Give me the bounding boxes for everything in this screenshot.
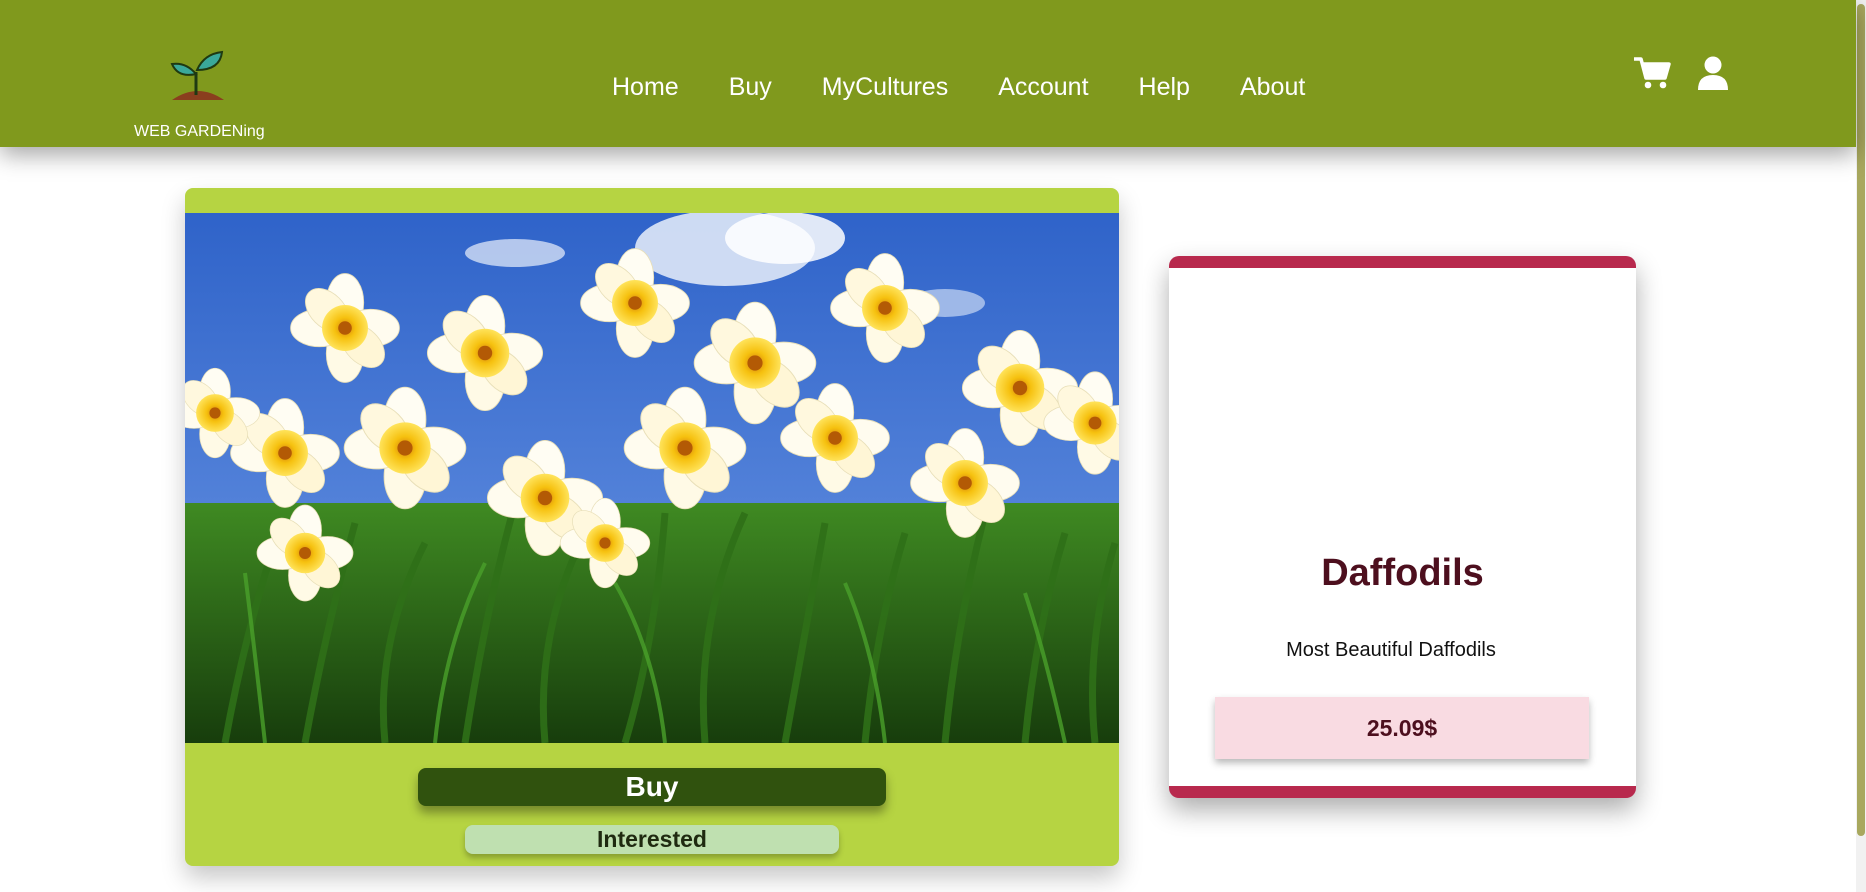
product-title: Daffodils: [1321, 552, 1484, 594]
nav-item-account[interactable]: Account: [998, 73, 1088, 102]
nav-item-mycultures[interactable]: MyCultures: [822, 73, 948, 102]
brand-logo[interactable]: WEB GARDENing: [134, 48, 265, 144]
product-description: Most Beautiful Daffodils: [1286, 639, 1496, 661]
top-navigation-bar: WEB GARDENing Home Buy MyCultures Accoun…: [0, 0, 1856, 147]
cart-icon[interactable]: [1633, 56, 1671, 90]
scrollbar-thumb[interactable]: [1857, 4, 1865, 836]
user-icon[interactable]: [1697, 56, 1729, 91]
nav-item-about[interactable]: About: [1240, 73, 1305, 102]
nav-item-home[interactable]: Home: [612, 73, 679, 102]
buy-button[interactable]: Buy: [418, 768, 886, 806]
product-info-card: Daffodils Most Beautiful Daffodils 25.09…: [1169, 256, 1636, 798]
price-tag: 25.09$: [1215, 697, 1589, 759]
main-nav: Home Buy MyCultures Account Help About: [612, 70, 1305, 104]
nav-item-buy[interactable]: Buy: [729, 73, 772, 102]
price-value: 25.09$: [1366, 714, 1438, 741]
brand-name: WEB GARDENing: [134, 123, 265, 140]
sprout-logo-icon: [170, 50, 224, 100]
daffodils-photo: [185, 213, 1119, 743]
nav-item-help[interactable]: Help: [1139, 73, 1190, 102]
product-image-card: Buy Interested: [185, 188, 1119, 866]
interested-button[interactable]: Interested: [465, 825, 839, 854]
